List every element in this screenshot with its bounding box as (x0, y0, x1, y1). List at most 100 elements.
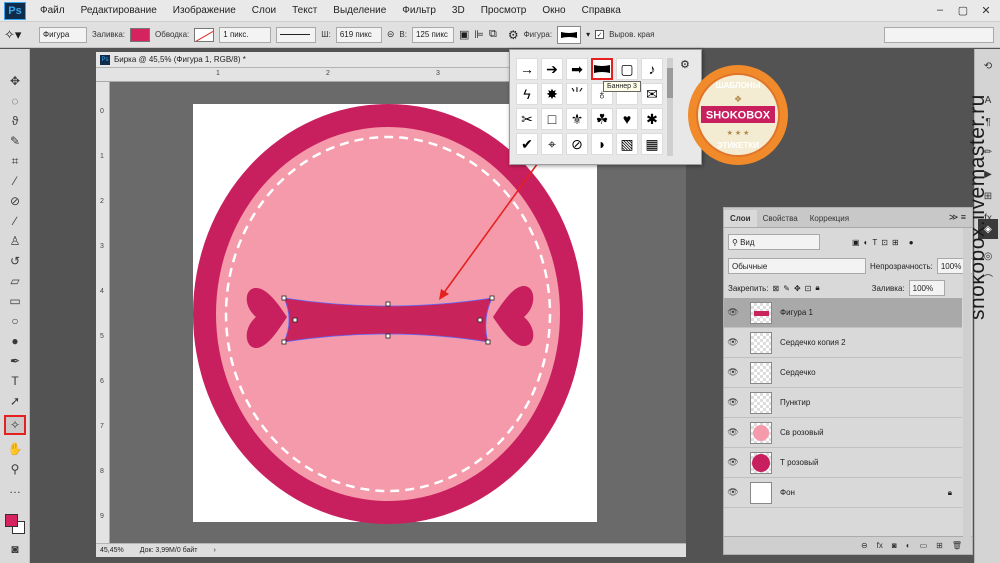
layer-thumbnail (750, 391, 772, 414)
layer-name: Св розовый (780, 428, 824, 437)
layer-name: Т розовый (780, 458, 819, 467)
layer-row[interactable]: 👁︎ Св розовый (724, 418, 962, 448)
shape-scissors[interactable]: ✂ (516, 108, 538, 130)
layers-panel-footer: ⊖ fx ◙ ◐ ▭ ⊞ 🗑︎ (724, 536, 972, 554)
layers-panel-scrollbar[interactable] (963, 228, 971, 548)
shape-banner-3[interactable] (591, 58, 613, 80)
shape-arrow-thin[interactable]: → (516, 58, 538, 80)
tab-properties[interactable]: Свойства (757, 210, 804, 227)
opacity-value: 100% (940, 261, 962, 271)
layer-name: Сердечко копия 2 (780, 338, 846, 347)
shape-heart[interactable]: ♥ (616, 108, 638, 130)
shape-square[interactable]: □ (541, 108, 563, 130)
shape-tooltip: Баннер 3 (603, 81, 641, 92)
stamp-top-text: ШАБЛОНЫ (716, 81, 761, 90)
filter-type-icon[interactable]: T (872, 238, 877, 247)
tab-layers[interactable]: Слои (724, 210, 757, 227)
opacity-label: Непрозрачность: (870, 261, 933, 271)
picker-scrollbar[interactable] (667, 58, 673, 156)
shape-checker[interactable]: ▦ (641, 133, 663, 155)
layer-thumbnail (750, 301, 772, 324)
add-mask-icon[interactable]: ◙ (892, 541, 897, 550)
layer-row[interactable]: 👁︎ Сердечко (724, 358, 962, 388)
blend-mode-value: Обычные (732, 261, 768, 271)
layer-name: Фон (780, 488, 795, 497)
shape-speech-bubble[interactable]: ◗ (591, 133, 613, 155)
layer-thumbnail (750, 361, 772, 384)
layer-row[interactable]: 👁︎ Пунктир (724, 388, 962, 418)
visibility-eye-icon[interactable]: 👁︎ (724, 487, 742, 498)
visibility-eye-icon[interactable]: 👁︎ (724, 307, 742, 318)
shape-frame[interactable]: ▢ (616, 58, 638, 80)
shokobox-stamp-logo: SHOKOBOX ШАБЛОНЫ ЭТИКЕТКИ ❖ ★ ★ ★ (688, 65, 788, 165)
search-icon: ⚲ (732, 237, 741, 247)
lock-artboard-icon[interactable]: ⊡ (805, 284, 812, 293)
shape-fleur-de-lis[interactable]: ⚜ (566, 108, 588, 130)
fill-label: Заливка: (871, 283, 905, 293)
stars-icon: ★ ★ ★ (727, 129, 750, 137)
lock-transparency-icon[interactable]: ⊠ (773, 284, 780, 293)
shape-target[interactable]: ⌖ (541, 133, 563, 155)
visibility-eye-icon[interactable]: 👁︎ (724, 337, 742, 348)
blend-mode-select[interactable]: Обычные (728, 258, 866, 274)
gift-icon: ❖ (734, 94, 742, 104)
stamp-bottom-text: ЭТИКЕТКИ (717, 141, 759, 150)
layer-thumbnail (750, 481, 772, 504)
lock-icon: 🔒︎ (947, 487, 952, 497)
shape-burst[interactable]: ✸ (541, 83, 563, 105)
layer-filter-value: Вид (740, 237, 755, 247)
filter-toggle-icon[interactable]: ● (909, 238, 914, 247)
lock-pixels-icon[interactable]: ✎ (783, 284, 790, 293)
filter-smart-object-icon[interactable]: ⊞ (892, 238, 899, 247)
lock-all-icon[interactable]: 🔒︎ (815, 283, 819, 293)
shape-arrow-medium[interactable]: ➔ (541, 58, 563, 80)
custom-shape-picker: → ➔ ➡ ▢ ♪ ϟ ✸ ⺌ ♁ ✉ ✂ □ ⚜ ☘ ♥ ✱ ✔ ⌖ ⊘ ◗ … (509, 49, 702, 165)
new-group-icon[interactable]: ▭ (920, 541, 928, 550)
visibility-eye-icon[interactable]: 👁︎ (724, 367, 742, 378)
layer-name: Пунктир (780, 398, 811, 407)
visibility-eye-icon[interactable]: 👁︎ (724, 397, 742, 408)
layer-style-icon[interactable]: fx (877, 541, 883, 550)
layer-row[interactable]: 👁︎ Т розовый (724, 448, 962, 478)
banner-shape-icon (594, 65, 610, 73)
shape-lightning[interactable]: ϟ (516, 83, 538, 105)
shape-grass[interactable]: ⺌ (566, 83, 588, 105)
layers-panel: Слои Свойства Коррекция ≫ ≡ ⚲ Вид ▣ ◐ T … (723, 207, 973, 555)
layer-name: Фигура 1 (780, 308, 813, 317)
shape-arrow-bold[interactable]: ➡ (566, 58, 588, 80)
visibility-eye-icon[interactable]: 👁︎ (724, 457, 742, 468)
tab-adjustments[interactable]: Коррекция (804, 210, 855, 227)
layers-list: 👁︎ Фигура 1 👁︎ Сердечко копия 2 👁︎ Серде… (724, 298, 972, 516)
filter-pixel-icon[interactable]: ▣ (852, 238, 860, 247)
layer-name: Сердечко (780, 368, 816, 377)
layer-thumbnail (750, 331, 772, 354)
layer-filter-select[interactable]: ⚲ Вид (728, 234, 820, 250)
shape-no-sign[interactable]: ⊘ (566, 133, 588, 155)
panel-menu-icon[interactable]: ≫ ≡ (949, 212, 966, 223)
shape-paw[interactable]: ☘ (591, 108, 613, 130)
filter-adjustment-icon[interactable]: ◐ (864, 238, 869, 247)
lock-label: Закрепить: (728, 283, 769, 293)
layer-row[interactable]: 👁︎ Фон 🔒︎ (724, 478, 962, 508)
layer-row[interactable]: 👁︎ Фигура 1 (724, 298, 962, 328)
adjustment-layer-icon[interactable]: ◐ (906, 541, 911, 550)
history-icon[interactable]: ⟲ (981, 59, 995, 73)
link-layers-icon[interactable]: ⊖ (861, 541, 868, 550)
foreground-color-swatch[interactable] (5, 514, 18, 527)
layer-thumbnail (750, 451, 772, 474)
fill-field[interactable]: 100% (908, 280, 945, 296)
shape-envelope[interactable]: ✉ (641, 83, 663, 105)
filter-shape-icon[interactable]: ⊡ (881, 238, 888, 247)
delete-layer-icon[interactable]: 🗑︎ (952, 541, 962, 550)
visibility-eye-icon[interactable]: 👁︎ (724, 427, 742, 438)
lock-position-icon[interactable]: ✥ (794, 284, 801, 293)
layer-thumbnail (750, 421, 772, 444)
new-layer-icon[interactable]: ⊞ (936, 541, 943, 550)
stamp-brand: SHOKOBOX (706, 110, 771, 122)
shape-hatch[interactable]: ▧ (616, 133, 638, 155)
fill-value: 100% (912, 283, 934, 293)
layer-row[interactable]: 👁︎ Сердечко копия 2 (724, 328, 962, 358)
shape-music-note[interactable]: ♪ (641, 58, 663, 80)
shape-puzzle[interactable]: ✱ (641, 108, 663, 130)
shape-checkmark[interactable]: ✔ (516, 133, 538, 155)
